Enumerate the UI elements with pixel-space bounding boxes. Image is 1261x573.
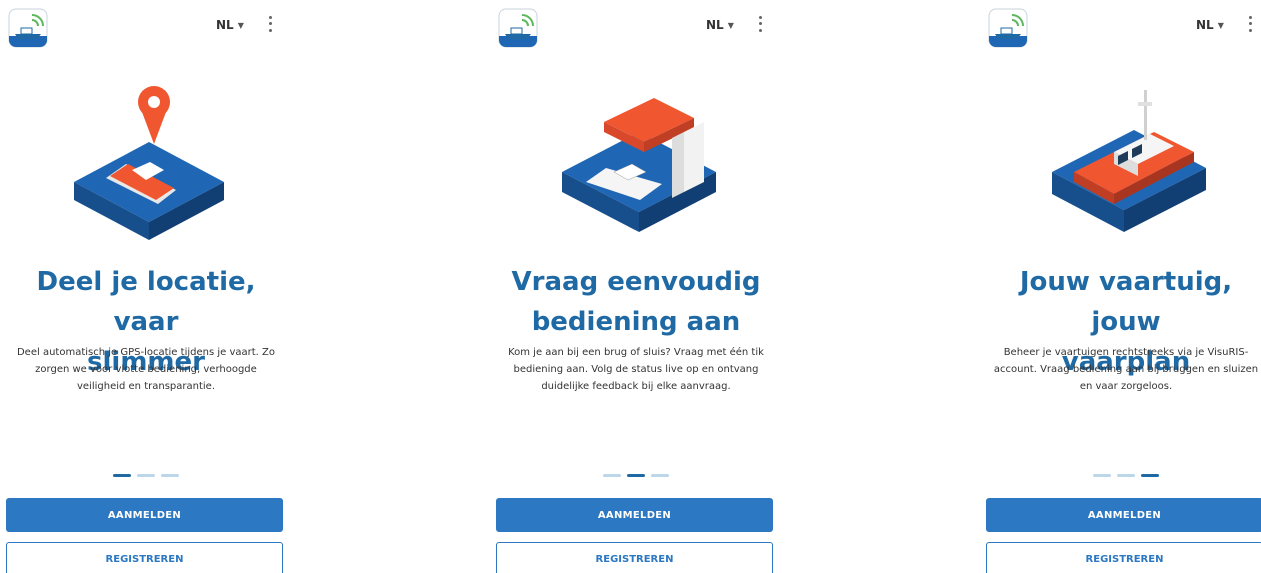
language-selector[interactable]: NL ▼ (216, 18, 244, 32)
page-indicator (494, 474, 778, 477)
register-button[interactable]: REGISTREREN (986, 542, 1261, 573)
page-dot-1[interactable] (1093, 474, 1111, 477)
page-dot-3[interactable] (1141, 474, 1159, 477)
description-line: zorgen we voor vlotte bediening, verhoog… (35, 364, 257, 375)
page-dot-1[interactable] (113, 474, 131, 477)
register-button[interactable]: REGISTREREN (6, 542, 283, 573)
app-logo-icon (988, 8, 1028, 48)
login-button[interactable]: AANMELDEN (6, 498, 283, 532)
app-logo-icon (498, 8, 538, 48)
boat-location-pin-icon (74, 86, 224, 240)
caret-down-icon: ▼ (237, 20, 244, 30)
app-logo-icon (8, 8, 48, 48)
onboarding-screens: NL ▼ Deel je locatie, vaar slimmer Deel … (0, 0, 1261, 573)
description-line: account. Vraag bediening aan bij bruggen… (993, 364, 1259, 375)
boat-lock-icon (562, 98, 716, 232)
language-label: NL (1196, 18, 1214, 32)
page-indicator (4, 474, 288, 477)
onboarding-screen-3: NL ▼ Jouw vaartuig, jouw vaarplan Beheer… (984, 0, 1261, 573)
page-dot-2[interactable] (1117, 474, 1135, 477)
screen-description: Deel automatisch je GPS-locatie tijdens … (4, 344, 288, 395)
caret-down-icon: ▼ (1217, 20, 1224, 30)
page-dot-3[interactable] (161, 474, 179, 477)
language-label: NL (216, 18, 234, 32)
description-line: veiligheid en transparantie. (76, 381, 215, 392)
description-line: Deel automatisch je GPS-locatie tijdens … (16, 347, 275, 358)
title-line: Vraag eenvoudig (511, 267, 761, 297)
title-line: Deel je locatie, vaar (36, 267, 256, 337)
more-options-icon[interactable] (754, 14, 766, 34)
language-selector[interactable]: NL ▼ (706, 18, 734, 32)
title-line: Jouw vaartuig, jouw (1019, 267, 1233, 337)
login-button[interactable]: AANMELDEN (496, 498, 773, 532)
description-line: bediening aan. Volg de status live op en… (513, 364, 759, 375)
description-line: Beheer je vaartuigen rechtstreeks via je… (1003, 347, 1249, 358)
description-line: duidelijke feedback bij elke aanvraag. (541, 381, 731, 392)
login-button[interactable]: AANMELDEN (986, 498, 1261, 532)
language-selector[interactable]: NL ▼ (1196, 18, 1224, 32)
screen-description: Beheer je vaartuigen rechtstreeks via je… (984, 344, 1261, 395)
page-dot-2[interactable] (627, 474, 645, 477)
page-dot-2[interactable] (137, 474, 155, 477)
description-line: en vaar zorgeloos. (1079, 381, 1173, 392)
page-dot-3[interactable] (651, 474, 669, 477)
title-line: bediening aan (531, 307, 741, 337)
screen-title: Vraag eenvoudig bediening aan (494, 262, 778, 342)
more-options-icon[interactable] (1244, 14, 1256, 34)
onboarding-screen-2: NL ▼ Vraag eenvoudig bediening aan Kom j… (494, 0, 784, 573)
description-line: Kom je aan bij een brug of sluis? Vraag … (508, 347, 764, 358)
page-dot-1[interactable] (603, 474, 621, 477)
language-label: NL (706, 18, 724, 32)
caret-down-icon: ▼ (727, 20, 734, 30)
vessel-icon (1052, 90, 1206, 232)
more-options-icon[interactable] (264, 14, 276, 34)
page-indicator (984, 474, 1261, 477)
screen-description: Kom je aan bij een brug of sluis? Vraag … (494, 344, 778, 395)
onboarding-screen-1: NL ▼ Deel je locatie, vaar slimmer Deel … (4, 0, 294, 573)
register-button[interactable]: REGISTREREN (496, 542, 773, 573)
